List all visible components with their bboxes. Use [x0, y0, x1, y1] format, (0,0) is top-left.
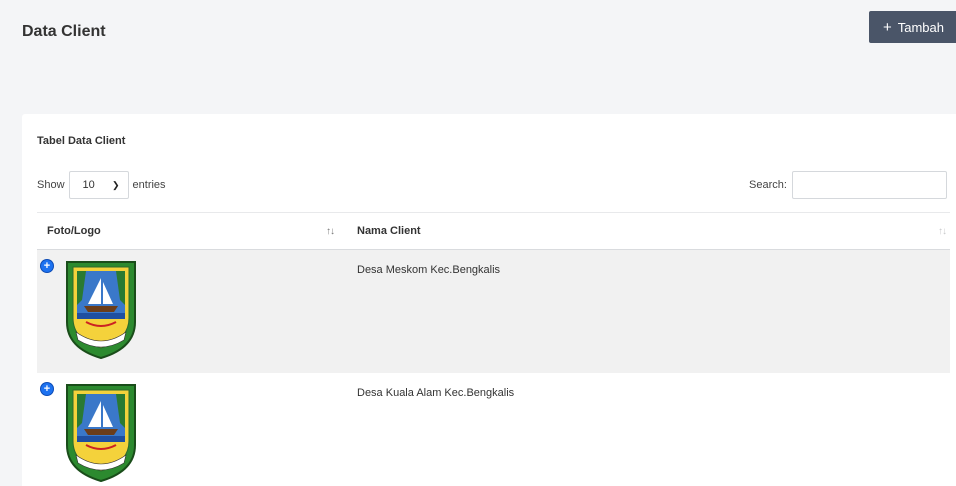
- logo-cell: +: [37, 250, 342, 373]
- expand-row-icon[interactable]: +: [41, 260, 53, 272]
- client-logo-image: [66, 261, 136, 360]
- plus-icon: +: [882, 18, 892, 36]
- entries-select[interactable]: 10 ❯: [68, 171, 129, 199]
- table-row: + Desa Kuala Alam Kec.Bengkalis: [37, 372, 950, 486]
- sort-icon: ↑↓: [938, 226, 947, 237]
- add-client-button[interactable]: + Tambah: [869, 11, 956, 43]
- client-table-card: Tabel Data Client Show 10 ❯ entries Sear…: [22, 114, 956, 486]
- sort-asc-icon: ↑↓: [326, 226, 335, 237]
- search-input[interactable]: [791, 171, 947, 199]
- column-header-logo[interactable]: Foto/Logo ↑↓: [37, 212, 342, 250]
- entries-select-value: 10: [82, 179, 95, 191]
- page-header: Data Client + Tambah: [7, 6, 956, 113]
- expand-row-icon[interactable]: +: [41, 382, 53, 395]
- entries-label: entries: [132, 179, 166, 191]
- column-header-label: Nama Client: [357, 225, 421, 237]
- add-button-label: Tambah: [897, 19, 944, 35]
- client-name-cell: Desa Kuala Alam Kec.Bengkalis: [357, 386, 515, 399]
- table-row: + Desa Meskom Kec.Bengkalis: [37, 249, 950, 373]
- page-title: Data Client: [22, 23, 106, 40]
- search-control: Search:: [749, 171, 947, 199]
- logo-cell: +: [37, 373, 342, 486]
- column-header-name[interactable]: Nama Client ↑↓: [342, 212, 950, 250]
- entries-length-control: Show 10 ❯ entries: [37, 171, 166, 199]
- client-logo-image: [66, 383, 136, 482]
- search-label: Search:: [749, 179, 787, 191]
- table-header-row: Foto/Logo ↑↓ Nama Client ↑↓: [37, 212, 950, 250]
- column-header-label: Foto/Logo: [47, 225, 101, 237]
- card-title: Tabel Data Client: [37, 135, 126, 147]
- client-table: Foto/Logo ↑↓ Nama Client ↑↓ + Desa Mesko…: [37, 212, 950, 486]
- client-name-cell: Desa Meskom Kec.Bengkalis: [357, 264, 501, 276]
- show-label: Show: [37, 179, 65, 191]
- chevron-down-icon: ❯: [111, 179, 120, 190]
